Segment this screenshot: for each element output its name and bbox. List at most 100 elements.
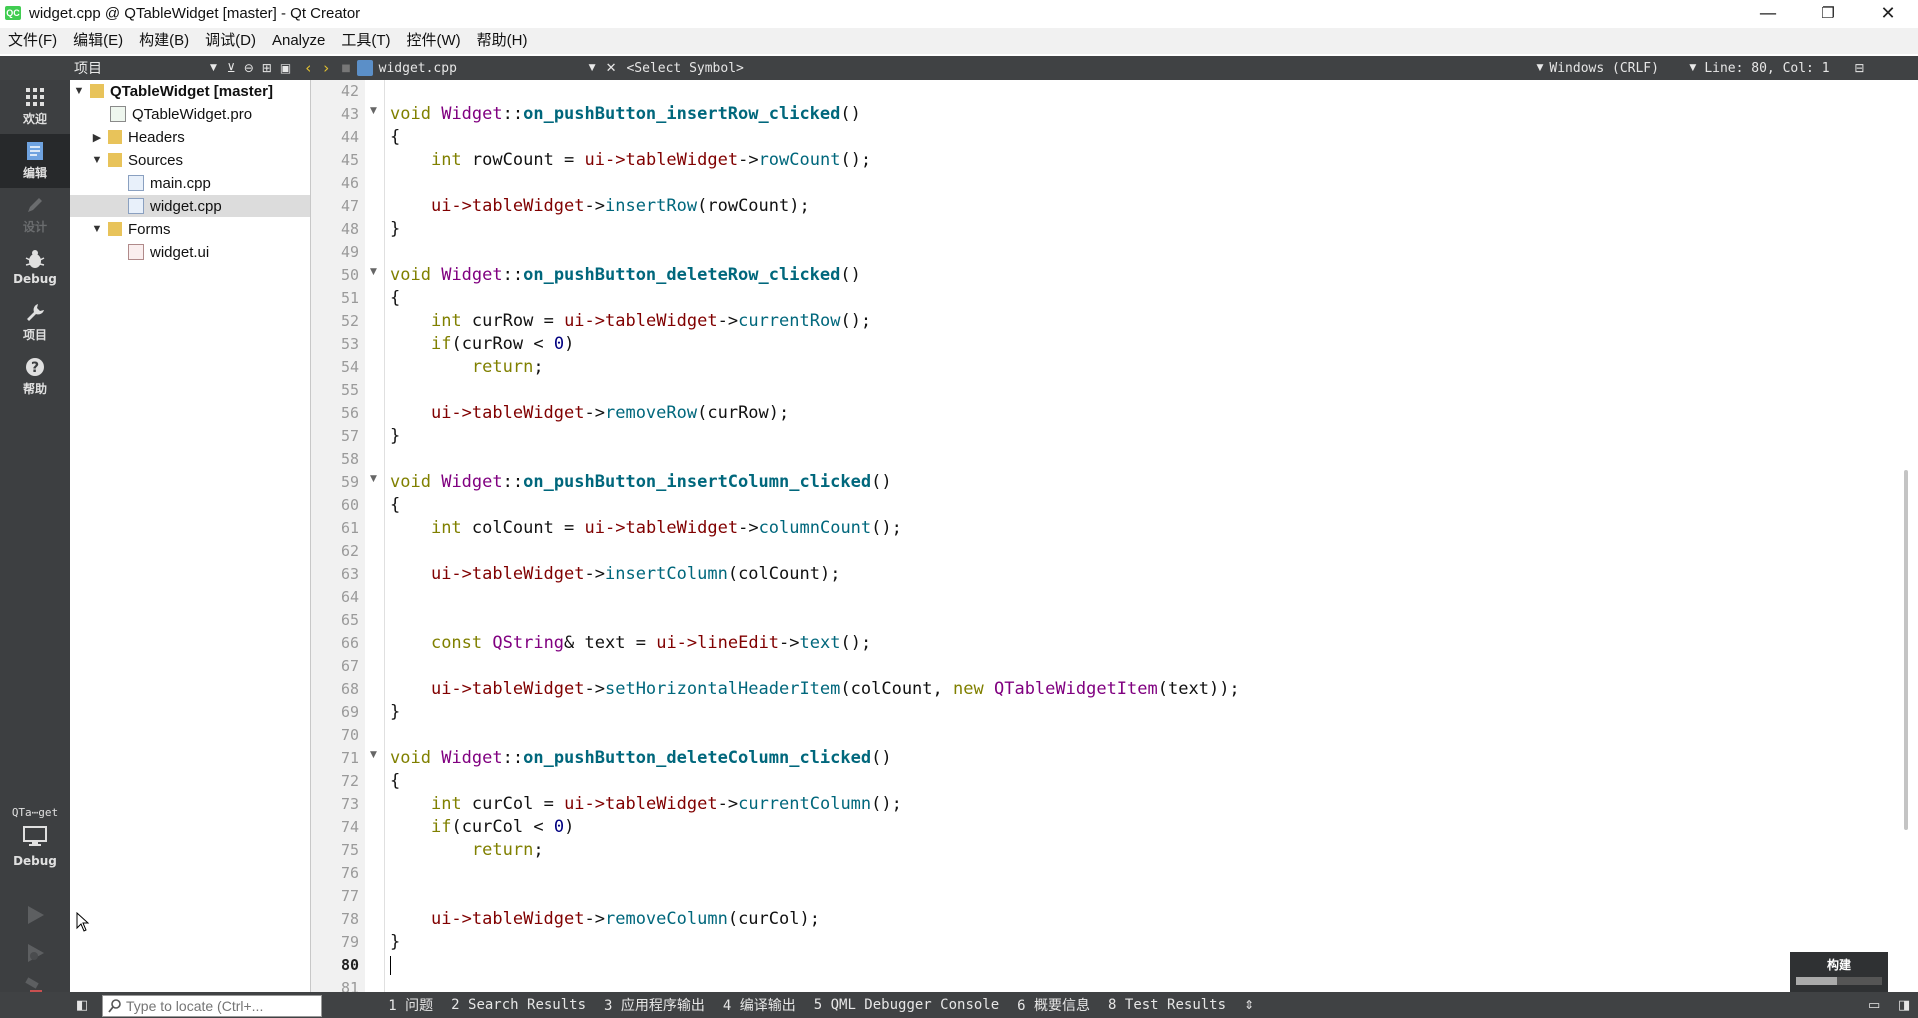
locator-input[interactable] [124, 997, 318, 1015]
fold-arrow-icon[interactable]: ▼ [370, 267, 377, 277]
fold-arrow-icon[interactable]: ▼ [370, 750, 377, 760]
close-button[interactable]: ✕ [1858, 0, 1918, 26]
close-sidebar-icon[interactable]: ▣ [280, 61, 291, 75]
line-endings-combo[interactable]: Windows (CRLF) [1549, 61, 1689, 76]
link-icon[interactable]: ⊖ [244, 61, 254, 75]
menu-edit[interactable]: 编辑(E) [65, 28, 131, 54]
output-tab-general-messages[interactable]: 6 概要信息 [1017, 995, 1090, 1015]
tree-item-forms[interactable]: ▼ Forms [70, 218, 310, 240]
menu-debug[interactable]: 调试(D) [197, 28, 264, 54]
split-editor-icon[interactable]: ⊟ [1854, 61, 1864, 75]
collapse-arrow-icon[interactable]: ▼ [72, 85, 86, 97]
debug-run-icon [28, 944, 44, 962]
output-tabs-more-icon[interactable]: ⇕ [1244, 998, 1254, 1012]
output-tab-issues[interactable]: 1 问题 [388, 995, 433, 1015]
grid-icon [26, 88, 44, 106]
modebar-top [0, 56, 70, 80]
symbol-combo[interactable]: <Select Symbol> [626, 61, 1536, 76]
minimize-button[interactable]: — [1738, 0, 1798, 26]
code-line: ui->tableWidget->removeRow(curRow); [430, 403, 790, 423]
kit-selector[interactable]: QTa⋯get Debug [0, 806, 70, 876]
tree-item-widget-cpp[interactable]: widget.cpp [70, 195, 310, 217]
ui-file-icon [128, 244, 144, 260]
mode-welcome[interactable]: 欢迎 [0, 80, 70, 134]
line-number: 57 [340, 427, 359, 445]
progress-details-icon[interactable]: ▭ [1868, 998, 1880, 1013]
code-line: } [390, 219, 401, 239]
line-number: 62 [340, 542, 359, 560]
current-line-number: 80 [340, 956, 359, 974]
fold-arrow-icon[interactable]: ▼ [370, 106, 377, 116]
output-tab-search-results[interactable]: 2 Search Results [451, 997, 586, 1013]
forward-arrow-icon[interactable]: › [323, 59, 329, 77]
window-title: widget.cpp @ QTableWidget [master] - Qt … [29, 4, 361, 22]
split-icon[interactable]: ⊞ [262, 61, 272, 75]
code-line: { [390, 127, 401, 147]
code-editor[interactable]: void Widget::on_pushButton_insertRow_cli… [390, 80, 1900, 992]
toggle-sidebar-icon[interactable]: ◧ [76, 998, 88, 1013]
line-number: 45 [340, 151, 359, 169]
open-documents-combo[interactable]: widget.cpp [379, 61, 589, 76]
tree-project-root[interactable]: ▼ QTableWidget [master] [70, 80, 310, 102]
tree-item-pro-file[interactable]: QTableWidget.pro [70, 103, 310, 125]
output-tab-compile-output[interactable]: 4 编译输出 [723, 995, 796, 1015]
code-line: ui->tableWidget->setHorizontalHeaderItem… [430, 679, 1240, 699]
tree-item-headers[interactable]: ▶ Headers [70, 126, 310, 148]
expand-arrow-icon[interactable]: ▶ [90, 131, 104, 144]
line-number: 42 [340, 82, 359, 100]
output-tab-application-output[interactable]: 3 应用程序输出 [604, 995, 705, 1015]
mode-design[interactable]: 设计 [0, 188, 70, 242]
mouse-cursor-icon [76, 912, 90, 932]
line-number: 70 [340, 726, 359, 744]
vertical-scrollbar[interactable] [1904, 470, 1908, 830]
mode-help-label: 帮助 [22, 382, 47, 396]
menu-analyze[interactable]: Analyze [264, 28, 333, 54]
code-line: void Widget::on_pushButton_insertColumn_… [390, 472, 892, 492]
folder-icon [108, 130, 122, 144]
tree-item-label: QTableWidget.pro [132, 105, 253, 123]
mode-design-label: 设计 [22, 220, 47, 234]
run-button[interactable] [22, 902, 48, 928]
code-line: if(curCol < 0) [430, 817, 575, 837]
fold-arrow-icon[interactable]: ▼ [370, 474, 377, 484]
mode-edit[interactable]: 编辑 [0, 134, 70, 188]
menu-help[interactable]: 帮助(H) [469, 28, 536, 54]
tree-item-main-cpp[interactable]: main.cpp [70, 172, 310, 194]
project-view-combo[interactable]: 项目 [70, 58, 210, 78]
maximize-button[interactable]: ❐ [1798, 0, 1858, 26]
tree-item-sources[interactable]: ▼ Sources [70, 149, 310, 171]
line-number: 60 [340, 496, 359, 514]
menu-build[interactable]: 构建(B) [131, 28, 197, 54]
output-tab-qml-debugger[interactable]: 5 QML Debugger Console [814, 997, 999, 1013]
close-document-icon[interactable]: ✕ [606, 61, 617, 76]
folder-icon [108, 153, 122, 167]
tree-item-widget-ui[interactable]: widget.ui [70, 241, 310, 263]
title-bar: QC widget.cpp @ QTableWidget [master] - … [0, 0, 1918, 26]
debug-run-button[interactable] [22, 940, 48, 966]
back-arrow-icon[interactable]: ‹ [305, 59, 311, 77]
mode-welcome-label: 欢迎 [22, 112, 47, 126]
menu-tools[interactable]: 工具(T) [333, 28, 398, 54]
combo-arrow-icon: ▼ [210, 63, 217, 73]
toggle-right-sidebar-icon[interactable]: ◨ [1898, 998, 1910, 1013]
menu-bar: 文件(F) 编辑(E) 构建(B) 调试(D) Analyze 工具(T) 控件… [0, 28, 1918, 54]
code-line: ui->tableWidget->removeColumn(curCol); [430, 909, 820, 929]
cpp-file-icon [128, 175, 144, 191]
help-icon: ? [26, 358, 44, 376]
wrench-icon [27, 304, 44, 321]
code-line: } [390, 426, 401, 446]
mode-projects[interactable]: 项目 [0, 296, 70, 350]
build-progress-bar [1796, 977, 1882, 985]
output-tab-test-results[interactable]: 8 Test Results [1108, 997, 1226, 1013]
mode-help[interactable]: ? 帮助 [0, 350, 70, 404]
line-number: 51 [340, 289, 359, 307]
filter-icon[interactable]: ⊻ [227, 61, 236, 75]
cursor-position[interactable]: Line: 80, Col: 1 [1704, 61, 1854, 76]
menu-widgets[interactable]: 控件(W) [399, 28, 469, 54]
line-number: 55 [340, 381, 359, 399]
collapse-arrow-icon[interactable]: ▼ [90, 223, 104, 235]
locator-box[interactable] [102, 995, 322, 1017]
collapse-arrow-icon[interactable]: ▼ [90, 154, 104, 166]
menu-file[interactable]: 文件(F) [0, 28, 65, 54]
mode-debug[interactable]: Debug [0, 242, 70, 296]
